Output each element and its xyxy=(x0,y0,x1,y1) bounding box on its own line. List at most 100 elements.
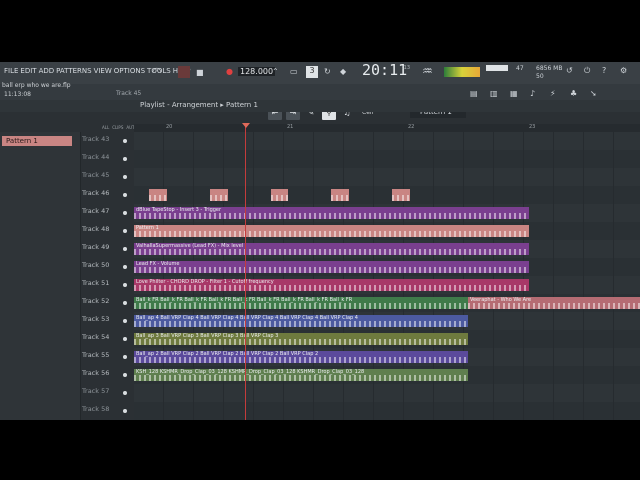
playlist-clip[interactable]: ValhallaSupermassive (Lead FX) - Mix lev… xyxy=(134,243,529,255)
playlist-tracks: Track 43 Track 44 Track 45 Track 46 Track 47… xyxy=(80,132,640,420)
settings-icon[interactable]: ⚙ xyxy=(620,66,627,75)
track-mute-dot[interactable] xyxy=(123,247,127,251)
playlist-clip[interactable]: Lead FX - Volume xyxy=(134,261,529,273)
track-mute-dot[interactable] xyxy=(123,373,127,377)
playlist-clip[interactable]: Love Philter - CHORD DROP - Filter 1 - C… xyxy=(134,279,529,291)
track-name[interactable]: Track 45 xyxy=(82,171,122,179)
playlist-clip[interactable] xyxy=(209,189,228,201)
menu-item-add[interactable]: ADD xyxy=(39,67,55,75)
track-mute-dot[interactable] xyxy=(123,301,127,305)
ruler-bar-label: 20 xyxy=(166,124,173,130)
track-mute-dot[interactable] xyxy=(123,175,127,179)
track-name[interactable]: Track 47 xyxy=(82,207,122,215)
power-icon[interactable]: ⏻ xyxy=(584,66,590,76)
track-name[interactable]: Track 53 xyxy=(82,315,122,323)
playlist-clip[interactable]: Veeraphat - Who We Are xyxy=(467,297,640,309)
refresh-icon[interactable]: ↺ xyxy=(566,66,573,75)
master-volume-slider[interactable] xyxy=(486,65,508,71)
arrow-icon[interactable]: ➘ xyxy=(590,89,597,98)
track-name[interactable]: Track 50 xyxy=(82,261,122,269)
poly-count: 50 xyxy=(536,73,544,80)
clip-waveform xyxy=(134,249,529,255)
track-name[interactable]: Track 46 xyxy=(82,189,122,197)
track-name[interactable]: Track 55 xyxy=(82,351,122,359)
track-name[interactable]: Track 43 xyxy=(82,135,122,143)
metronome-icon[interactable]: ◠ xyxy=(152,65,162,78)
track-mute-dot[interactable] xyxy=(123,409,127,413)
track-mute-dot[interactable] xyxy=(123,337,127,341)
timeline-ruler[interactable]: 20 21 22 23 xyxy=(134,124,640,132)
loop-icon[interactable]: ↻ xyxy=(324,67,331,76)
track-name[interactable]: Track 58 xyxy=(82,405,122,413)
playhead[interactable] xyxy=(245,124,246,420)
track-mute-dot[interactable] xyxy=(123,229,127,233)
track-mute-dot[interactable] xyxy=(123,211,127,215)
track-name[interactable]: Track 48 xyxy=(82,225,122,233)
clip-waveform xyxy=(134,339,468,345)
playlist-clip[interactable]: Pattern 1 xyxy=(134,225,529,237)
piano-roll-icon[interactable]: ▤ xyxy=(470,89,478,98)
playlist-clip[interactable] xyxy=(149,189,167,201)
track-mute-dot[interactable] xyxy=(123,355,127,359)
playlist-clip[interactable]: dBlue TapeStop - Insert 3 - Trigger xyxy=(134,207,529,219)
track-mute-dot[interactable] xyxy=(123,139,127,143)
track-mute-dot[interactable] xyxy=(123,391,127,395)
help-icon[interactable]: ? xyxy=(602,66,606,75)
track-name[interactable]: Track 51 xyxy=(82,279,122,287)
channel-rack-icon[interactable]: ▥ xyxy=(490,89,498,98)
tempo-display[interactable]: 128.000 xyxy=(238,67,276,76)
playlist-clip[interactable]: Ball_k FR Ball_k FR Ball_k FR Ball_k FR … xyxy=(134,297,468,309)
track-mute-dot[interactable] xyxy=(123,193,127,197)
browser-icon[interactable]: ♪ xyxy=(530,89,535,98)
plugin-icon[interactable]: ⚡ xyxy=(550,89,556,98)
playlist-clip[interactable]: Ball_ap 3 Ball VRP Clap 3 Ball VRP Clap … xyxy=(134,333,468,345)
stop-icon[interactable]: ■ xyxy=(196,68,204,77)
mixer-window-icon[interactable]: ▦ xyxy=(510,89,518,98)
track-name[interactable]: Track 49 xyxy=(82,243,122,251)
track-name[interactable]: Track 54 xyxy=(82,333,122,341)
clip-waveform xyxy=(134,285,529,291)
track-mute-dot[interactable] xyxy=(123,265,127,269)
track-name[interactable]: Track 56 xyxy=(82,369,122,377)
playlist-clip[interactable]: Ball_ap 4 Ball VRP Clap 4 Ball VRP Clap … xyxy=(134,315,468,327)
menu-item-options[interactable]: OPTIONS xyxy=(114,67,145,75)
count-icon[interactable]: ◆ xyxy=(340,67,346,76)
snap-icon[interactable]: 3 xyxy=(306,66,318,78)
track-mute-dot[interactable] xyxy=(123,283,127,287)
keyboard-icon[interactable]: ▭ xyxy=(290,67,298,76)
track-name[interactable]: Track 44 xyxy=(82,153,122,161)
playlist-clip[interactable] xyxy=(392,189,410,201)
playlist-clip[interactable]: KSH_128 KSHMR_Drop_Clap_03_128 KSHMR_Dro… xyxy=(134,369,468,381)
clip-waveform xyxy=(467,303,640,309)
playlist-clip[interactable] xyxy=(331,189,350,201)
track-name[interactable]: Track 52 xyxy=(82,297,122,305)
clip-waveform xyxy=(149,195,167,201)
menu-item-edit[interactable]: EDIT xyxy=(20,67,36,75)
tab-all[interactable]: ALL xyxy=(102,125,109,130)
record-icon[interactable]: ● xyxy=(226,67,233,76)
menu-item-patterns[interactable]: PATTERNS xyxy=(56,67,91,75)
track-lane[interactable] xyxy=(134,150,640,168)
playhead-marker[interactable] xyxy=(242,123,250,128)
track-lane[interactable] xyxy=(134,132,640,150)
track-name[interactable]: Track 57 xyxy=(82,387,122,395)
cpu-panel: 6856 MB 50 xyxy=(536,65,562,81)
track-lane[interactable] xyxy=(134,402,640,420)
pattern-song-toggle[interactable] xyxy=(178,66,190,78)
clip-waveform xyxy=(134,303,468,309)
playlist-clip[interactable]: Ball_ap 2 Ball VRP Clap 2 Ball VRP Clap … xyxy=(134,351,468,363)
track-mute-dot[interactable] xyxy=(123,319,127,323)
breadcrumb-pattern[interactable]: Pattern 1 xyxy=(226,101,258,109)
menu-item-view[interactable]: VIEW xyxy=(94,67,112,75)
tab-clips[interactable]: CLIPS xyxy=(112,125,123,130)
track-row: Track 49 ValhallaSupermassive (Lead FX) -… xyxy=(80,240,640,258)
playlist-clip[interactable] xyxy=(270,189,289,201)
wave-icon[interactable]: ⌃ xyxy=(272,67,279,76)
record-options-icon[interactable]: ♣ xyxy=(570,89,577,98)
track-mute-dot[interactable] xyxy=(123,157,127,161)
track-row: Track 46 xyxy=(80,186,640,204)
menu-item-file[interactable]: FILE xyxy=(4,67,18,75)
picker-pattern-item[interactable]: Pattern 1 xyxy=(2,136,72,146)
track-lane[interactable] xyxy=(134,168,640,186)
track-lane[interactable] xyxy=(134,384,640,402)
